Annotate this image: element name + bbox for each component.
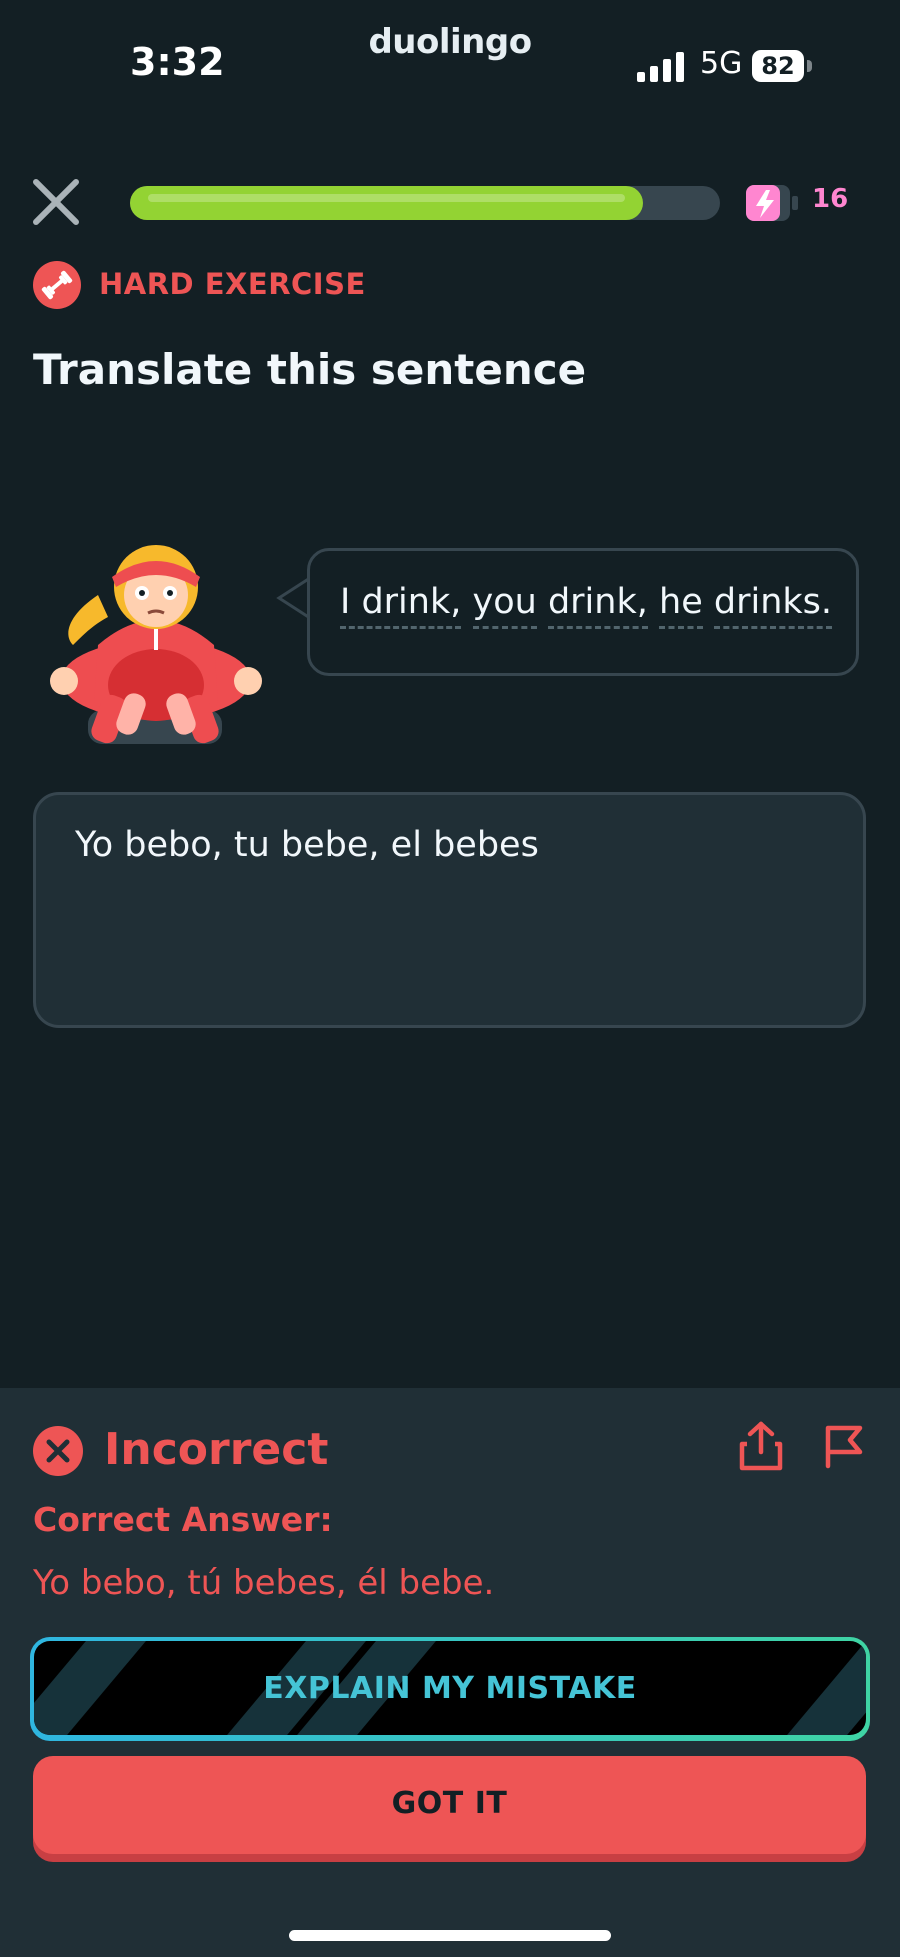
sentence-word[interactable]: he: [659, 582, 703, 629]
correct-answer-text: Yo bebo, tú bebes, él bebe.: [33, 1563, 495, 1603]
correct-answer-label: Correct Answer:: [33, 1500, 333, 1539]
feedback-title: Incorrect: [104, 1424, 329, 1475]
prompt-title: Translate this sentence: [33, 345, 587, 394]
explain-mistake-button[interactable]: EXPLAIN MY MISTAKE: [30, 1637, 870, 1741]
got-it-label: GOT IT: [391, 1786, 508, 1821]
flag-icon[interactable]: [820, 1420, 868, 1472]
energy-count: 16: [812, 184, 849, 214]
explain-mistake-label: EXPLAIN MY MISTAKE: [263, 1671, 637, 1706]
got-it-button[interactable]: GOT IT: [33, 1756, 866, 1854]
close-icon[interactable]: [30, 176, 82, 228]
sentence-word[interactable]: I drink,: [340, 582, 462, 629]
energy-icon: [746, 185, 798, 221]
x-circle-icon: [33, 1426, 83, 1476]
home-indicator: [289, 1930, 611, 1941]
dumbbell-icon: [33, 261, 81, 309]
share-icon[interactable]: [737, 1420, 785, 1472]
prompt-sentence: I drink, you drink, he drinks.: [340, 582, 833, 629]
difficulty-label: HARD EXERCISE: [99, 267, 366, 301]
lesson-progress-fill: [130, 186, 644, 220]
lesson-progress-bar: [130, 186, 720, 220]
sentence-word[interactable]: you: [472, 582, 537, 629]
sentence-word[interactable]: drink,: [547, 582, 648, 629]
battery-icon: 82: [752, 50, 812, 82]
signal-icon: [637, 52, 684, 82]
battery-level: 82: [761, 52, 795, 80]
answer-text: Yo bebo, tu bebe, el bebes: [75, 825, 539, 865]
network-type: 5G: [700, 46, 743, 81]
sentence-word[interactable]: drinks.: [713, 582, 833, 629]
character-illustration: [50, 545, 262, 744]
